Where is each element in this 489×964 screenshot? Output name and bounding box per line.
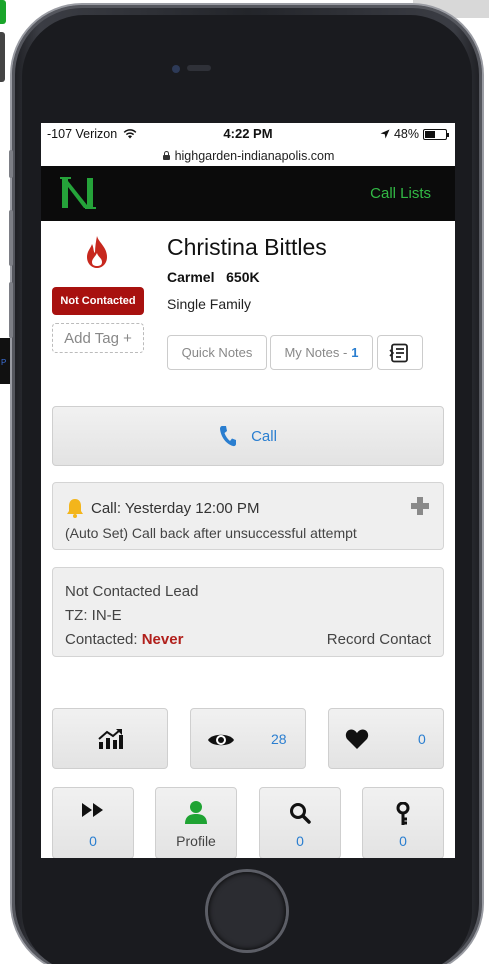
contacted-label: Contacted: <box>65 631 138 648</box>
home-button[interactable] <box>208 872 286 950</box>
search-count: 0 <box>296 833 304 849</box>
location-arrow-icon <box>380 129 390 139</box>
keys-button[interactable]: 0 <box>362 787 444 858</box>
lead-summary: Not Contacted Add Tag + Christina Bittle… <box>41 221 455 389</box>
call-button[interactable]: Call <box>52 406 444 466</box>
user-icon <box>185 801 207 824</box>
contacted-row: Contacted: Never <box>65 631 183 648</box>
search-icon <box>290 803 311 824</box>
my-notes-button[interactable]: My Notes - 1 <box>270 335 373 370</box>
quick-notes-button[interactable]: Quick Notes <box>167 335 267 370</box>
call-lists-link[interactable]: Call Lists <box>370 185 431 202</box>
flame-icon <box>87 236 107 268</box>
trend-chart-icon <box>98 729 123 749</box>
record-contact-button[interactable]: Record Contact <box>327 631 431 648</box>
lead-name: Christina Bittles <box>167 234 327 260</box>
search-button[interactable]: 0 <box>259 787 341 858</box>
background-dark-tab <box>0 32 5 82</box>
add-tag-button[interactable]: Add Tag + <box>52 323 144 353</box>
status-right: 48% <box>380 127 449 141</box>
ios-status-bar: -107 Verizon 4:22 PM 48% <box>41 123 455 145</box>
my-notes-label: My Notes - <box>284 345 348 360</box>
app-header: Call Lists <box>41 166 455 221</box>
lead-city: Carmel <box>167 269 215 285</box>
lead-location-price: Carmel 650K <box>167 269 260 285</box>
note-list-button[interactable] <box>377 335 423 370</box>
bell-icon <box>67 499 83 518</box>
skip-count: 0 <box>89 833 97 849</box>
battery-icon <box>423 128 449 140</box>
reminder-title: Call: Yesterday 12:00 PM <box>91 499 260 517</box>
fast-forward-icon <box>82 803 103 817</box>
browser-url-bar[interactable]: highgarden-indianapolis.com <box>41 145 455 166</box>
volume-down-button <box>9 282 13 338</box>
views-button[interactable]: 28 <box>190 708 306 769</box>
views-count: 28 <box>271 731 287 747</box>
mute-switch <box>9 150 13 178</box>
timezone-text: TZ: IN-E <box>65 607 122 624</box>
battery-percent: 48% <box>393 127 419 141</box>
note-list-icon <box>389 343 408 362</box>
phone-icon <box>220 426 237 447</box>
lock-icon <box>162 151 171 160</box>
reminder-detail: (Auto Set) Call back after unsuccessful … <box>65 525 357 541</box>
eye-icon <box>208 734 234 746</box>
activity-chart-button[interactable] <box>52 708 168 769</box>
my-notes-count: 1 <box>351 345 359 360</box>
skip-button[interactable]: 0 <box>52 787 134 858</box>
reminder-card[interactable]: Call: Yesterday 12:00 PM (Auto Set) Call… <box>52 482 444 550</box>
call-label: Call <box>251 427 277 445</box>
profile-label: Profile <box>176 833 216 849</box>
status-badge: Not Contacted <box>52 287 144 315</box>
earpiece-speaker <box>187 65 211 71</box>
property-type: Single Family <box>167 296 252 312</box>
volume-up-button <box>9 210 13 266</box>
keys-count: 0 <box>399 833 407 849</box>
background-green-tab <box>0 0 6 24</box>
lead-status-card: Not Contacted Lead TZ: IN-E Contacted: N… <box>52 567 444 657</box>
lead-status-text: Not Contacted Lead <box>65 583 199 600</box>
add-reminder-icon[interactable] <box>411 497 429 515</box>
reminder-title-row: Call: Yesterday 12:00 PM <box>65 498 259 518</box>
heart-icon <box>345 729 369 749</box>
favorite-button[interactable]: 0 <box>328 708 444 769</box>
contacted-value: Never <box>141 631 184 648</box>
key-icon <box>396 802 410 825</box>
highgarden-logo-icon[interactable] <box>59 175 97 211</box>
phone-screen: -107 Verizon 4:22 PM 48% highgarden-indi… <box>41 123 455 858</box>
profile-button[interactable]: Profile <box>155 787 237 858</box>
lead-price: 650K <box>226 269 260 285</box>
favorites-count: 0 <box>418 731 426 747</box>
front-camera <box>172 65 180 73</box>
url-text: highgarden-indianapolis.com <box>174 148 335 163</box>
